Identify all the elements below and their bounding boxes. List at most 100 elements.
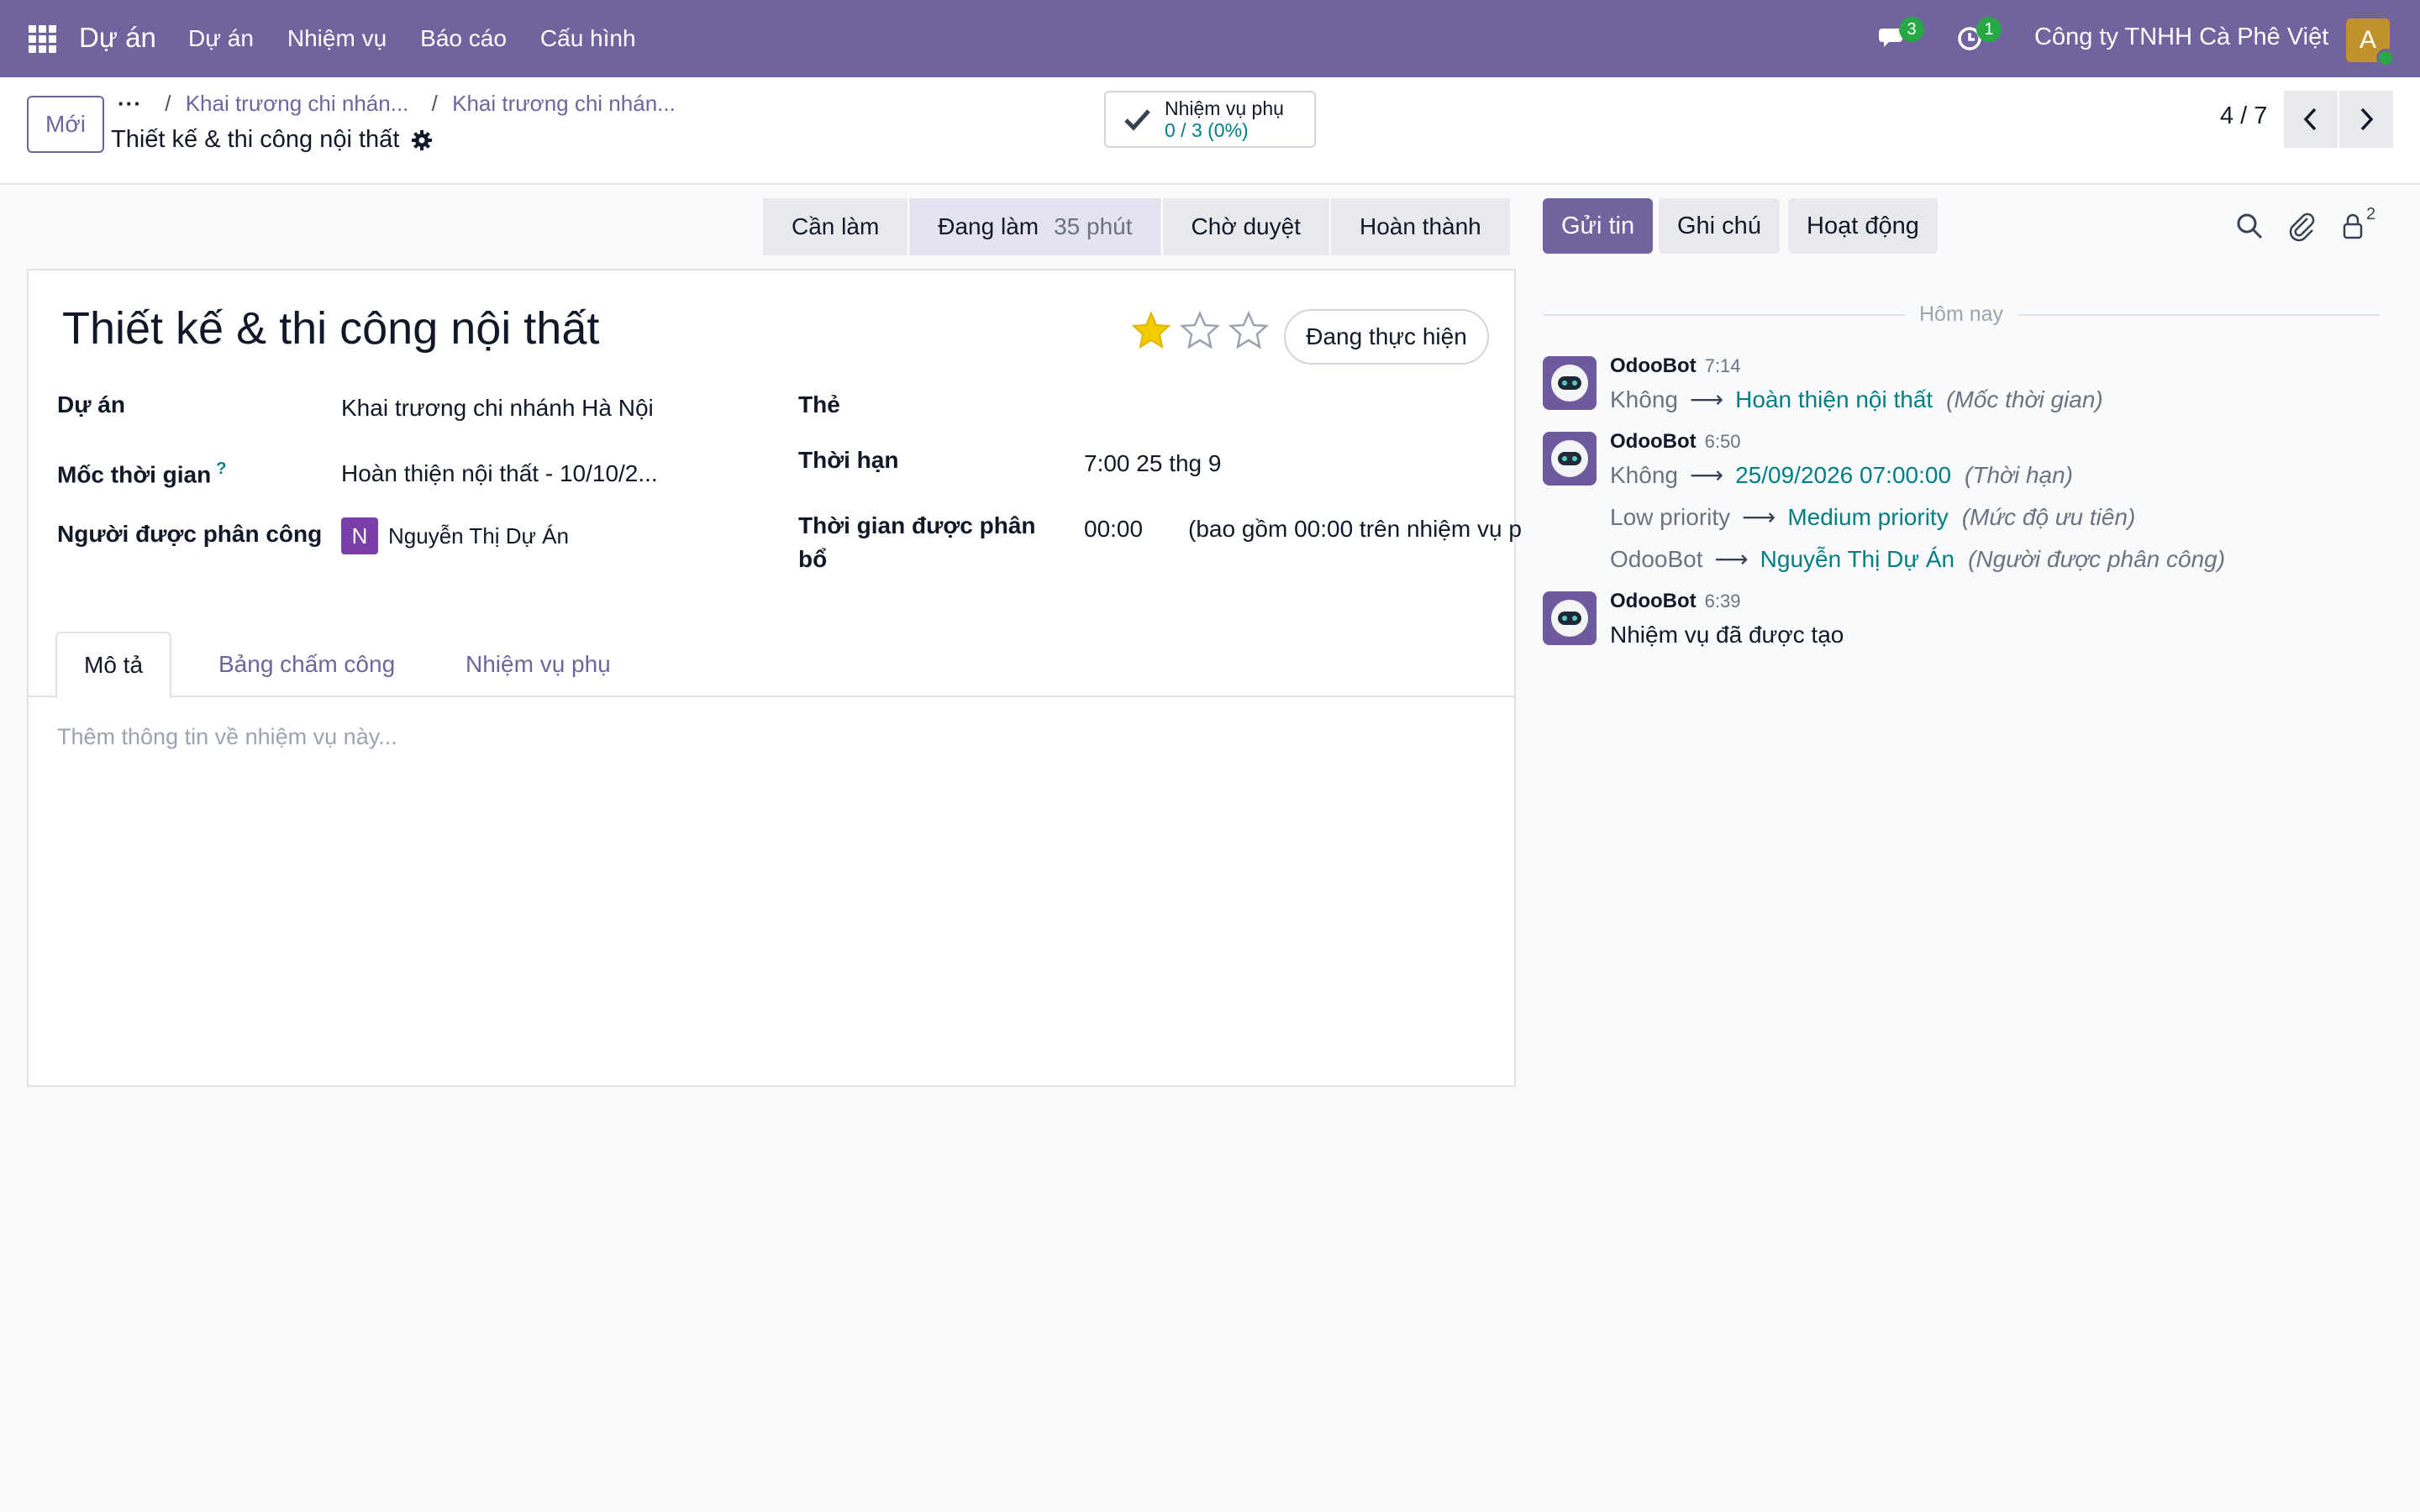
assignee-name: Nguyễn Thị Dự Án [388,523,569,549]
menu-configuration[interactable]: Cấu hình [540,25,636,52]
robot-face-icon [1551,440,1588,477]
tracking-old-value: Không [1610,462,1678,488]
author-name[interactable]: OdooBot [1610,430,1697,453]
message-author: OdooBot 6:50 [1610,430,1740,454]
schedule-activity-button[interactable]: Hoạt động [1788,198,1938,254]
tracking-line: OdooBot ⟶ Nguyễn Thị Dự Án (Người được phân… [1610,543,2225,576]
breadcrumb-item-1[interactable]: Khai trương chi nhán... [186,91,409,116]
deadline-label: Thời hạn [798,447,899,473]
author-name[interactable]: OdooBot [1610,354,1697,377]
author-name[interactable]: OdooBot [1610,590,1697,612]
subtasks-label: Nhiệm vụ phụ [1165,97,1284,119]
activities-badge: 1 [1976,17,2002,42]
stage-statusbar: Cần làm Đang làm 35 phút Chờ duyệt Hoàn … [763,198,1510,255]
activities-button[interactable]: 1 [1954,17,2002,57]
tab-description[interactable]: Mô tả [55,632,172,699]
tab-timesheets[interactable]: Bảng chấm công [192,632,422,697]
app-brand[interactable]: Dự án [79,22,156,54]
message-time: 6:39 [1704,591,1741,612]
odoobot-avatar[interactable] [1543,356,1597,410]
pager-previous-button[interactable] [2284,91,2338,148]
odoobot-avatar[interactable] [1543,591,1597,645]
messaging-button[interactable]: 3 [1877,17,1924,57]
message-time: 6:50 [1704,431,1741,452]
description-editor[interactable]: Thêm thông tin về nhiệm vụ này... [57,724,397,750]
menu-projects[interactable]: Dự án [188,25,254,52]
control-panel: Mới ··· / Khai trương chi nhán... / Khai… [0,77,2420,185]
message-body: Nhiệm vụ đã được tạo [1610,622,1844,648]
breadcrumb-more[interactable]: ··· [118,91,142,116]
tracking-old-value: Low priority [1610,504,1731,530]
menu-reporting[interactable]: Báo cáo [420,25,507,52]
tags-label: Thẻ [798,391,840,417]
send-message-button[interactable]: Gửi tin [1543,198,1654,254]
tracking-field-name: (Thời hạn) [1965,462,2073,488]
star-empty-icon[interactable] [1228,311,1269,351]
breadcrumb-item-2[interactable]: Khai trương chi nhán... [452,91,676,116]
priority-widget [1131,311,1269,351]
menu-tasks[interactable]: Nhiệm vụ [287,25,387,52]
stage-pending-approval[interactable]: Chờ duyệt [1160,198,1329,255]
tracking-field-name: (Mức độ ưu tiên) [1961,504,2136,530]
tab-subtasks[interactable]: Nhiệm vụ phụ [439,632,638,697]
stage-in-progress[interactable]: Đang làm 35 phút [908,198,1161,255]
tracking-old-value: Không [1610,386,1678,412]
stage-done[interactable]: Hoàn thành [1328,198,1510,255]
tracking-old-value: OdooBot [1610,546,1703,572]
top-navbar: Dự án Dự án Nhiệm vụ Báo cáo Cấu hình 3 … [0,0,2420,77]
log-note-button[interactable]: Ghi chú [1659,198,1780,254]
assignee-avatar: N [341,517,378,554]
breadcrumb-separator: / [165,91,171,116]
search-icon[interactable] [2233,210,2265,242]
stage-label: Đang làm [938,213,1039,239]
tracking-line: Không ⟶ 25/09/2026 07:00:00 (Thời hạn) [1610,459,2073,492]
checkmark-icon [1124,109,1150,131]
tracking-new-value: Medium priority [1787,504,1949,530]
odoobot-avatar[interactable] [1543,432,1597,486]
breadcrumb: ··· / Khai trương chi nhán... / Khai trư… [118,91,676,117]
paperclip-icon[interactable] [2286,210,2317,242]
deadline-field[interactable]: 7:00 25 thg 9 [1084,447,1221,480]
allocated-hours-field[interactable]: 00:00 [1084,512,1143,546]
stage-label: Cần làm [792,213,880,239]
assignee-field[interactable]: N Nguyễn Thị Dự Án [341,517,569,554]
allocated-label-line-1: Thời gian được phân [798,512,1036,538]
new-button[interactable]: Mới [27,96,104,153]
separator-line [2018,314,2380,316]
milestone-field[interactable]: Hoàn thiện nội thất - 10/10/2... [341,457,658,491]
apps-grid-icon[interactable] [25,22,59,55]
tracking-line: Không ⟶ Hoàn thiện nội thất (Mốc thời gian) [1610,383,2103,417]
tracking-new-value: Nguyễn Thị Dự Án [1760,546,1955,572]
star-filled-icon[interactable] [1131,311,1171,351]
user-avatar[interactable]: A [2346,18,2395,67]
company-switcher[interactable]: Công ty TNHH Cà Phê Việt [2034,24,2328,51]
tracking-new-value: Hoàn thiện nội thất [1735,386,1933,412]
project-field[interactable]: Khai trương chi nhánh Hà Nội [341,391,654,425]
robot-face-icon [1551,365,1588,402]
subtasks-smart-button[interactable]: Nhiệm vụ phụ 0 / 3 (0%) [1104,91,1316,148]
pager-value[interactable]: 4 / 7 [2220,102,2267,130]
followers-lock-icon[interactable] [2338,210,2370,242]
star-empty-icon[interactable] [1180,311,1220,351]
tracking-field-name: (Người được phân công) [1968,546,2226,572]
notebook-tabs: Mô tả Bảng chấm công Nhiệm vụ phụ [29,632,1514,699]
date-separator-label: Hôm nay [1919,302,2004,326]
task-state-button[interactable]: Đang thực hiện [1284,309,1489,365]
pager-next-button[interactable] [2339,91,2393,148]
record-title-text: Thiết kế & thi công nội thất [111,126,400,153]
subtasks-value: 0 / 3 (0%) [1165,119,1249,141]
message-author: OdooBot 7:14 [1610,354,1740,378]
tracking-field-name: (Mốc thời gian) [1946,386,2103,412]
chevron-right-icon [2360,108,2374,131]
assignee-label: Người được phân công [57,521,323,547]
user-initial: A [2359,26,2376,54]
tags-field[interactable] [1086,388,1489,422]
task-name-field[interactable]: Thiết kế & thi công nội thất [62,302,599,354]
chevron-left-icon [2303,108,2317,131]
milestone-label-text: Mốc thời gian [57,461,212,488]
arrow-right-icon: ⟶ [1689,462,1724,488]
allocated-hours-note: (bao gồm 00:00 trên nhiệm vụ p [1188,516,1522,542]
help-tooltip-icon[interactable]: ? [216,459,226,478]
stage-todo[interactable]: Cần làm [763,198,908,255]
gear-icon[interactable] [411,129,433,151]
